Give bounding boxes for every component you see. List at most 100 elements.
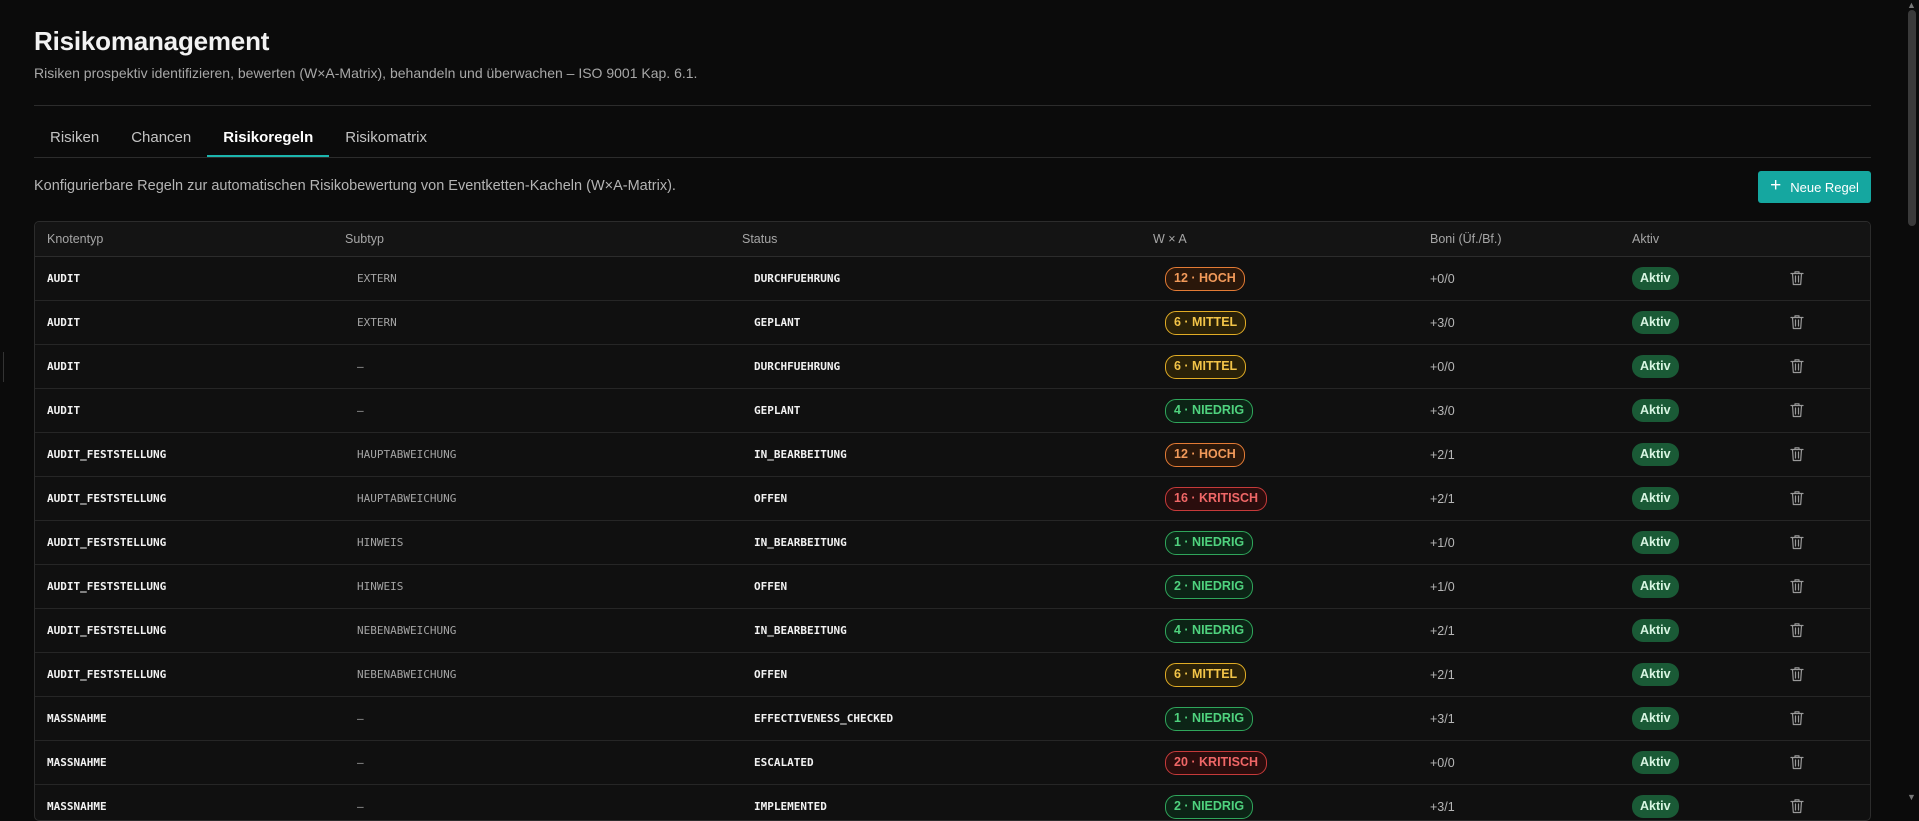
tab-risikoregeln[interactable]: Risikoregeln	[207, 120, 330, 157]
delete-button[interactable]	[1790, 314, 1804, 335]
cell-knotentyp: AUDIT	[47, 316, 81, 329]
scroll-down-icon[interactable]: ▼	[1907, 792, 1916, 802]
delete-button[interactable]	[1790, 710, 1804, 731]
divider	[34, 105, 1871, 106]
cell-score: 20 · KRITISCH	[1165, 750, 1268, 775]
status-badge[interactable]: Aktiv	[1632, 751, 1679, 774]
scroll-up-icon[interactable]: ▲	[1907, 0, 1916, 10]
delete-button[interactable]	[1790, 490, 1804, 511]
risk-score-badge: 12 · HOCH	[1165, 442, 1245, 467]
table-body: AUDIT EXTERN DURCHFUEHRUNG 12 · HOCH +0/…	[35, 257, 1870, 820]
status-badge[interactable]: Aktiv	[1632, 575, 1679, 598]
page-title: Risikomanagement	[34, 26, 270, 56]
status-badge[interactable]: Aktiv	[1632, 663, 1679, 686]
cell-score: 6 · MITTEL	[1165, 662, 1247, 687]
delete-button[interactable]	[1790, 754, 1804, 775]
cell-aktiv: Aktiv	[1632, 795, 1679, 818]
delete-button[interactable]	[1790, 622, 1804, 643]
scroll-thumb[interactable]	[1908, 10, 1916, 226]
table-row[interactable]: AUDIT_FESTSTELLUNG HAUPTABWEICHUNG IN_BE…	[35, 433, 1870, 477]
delete-button[interactable]	[1790, 402, 1804, 423]
cell-boni: +1/0	[1430, 579, 1455, 594]
trash-icon	[1790, 667, 1804, 682]
cell-knotentyp: AUDIT_FESTSTELLUNG	[47, 492, 167, 505]
trash-icon	[1790, 447, 1804, 462]
delete-button[interactable]	[1790, 666, 1804, 687]
delete-button[interactable]	[1790, 798, 1804, 819]
status-badge[interactable]: Aktiv	[1632, 267, 1679, 290]
status-badge[interactable]: Aktiv	[1632, 707, 1679, 730]
cell-score: 6 · MITTEL	[1165, 354, 1247, 379]
table-row[interactable]: MASSNAHME — EFFECTIVENESS_CHECKED 1 · NI…	[35, 697, 1870, 741]
cell-boni: +3/0	[1430, 403, 1455, 418]
side-handle[interactable]	[0, 352, 4, 382]
header-boni[interactable]: Boni (Üf./Bf.)	[1430, 232, 1502, 246]
status-badge[interactable]: Aktiv	[1632, 795, 1679, 818]
table-row[interactable]: AUDIT — GEPLANT 4 · NIEDRIG +3/0 Aktiv	[35, 389, 1870, 433]
page-subtitle: Risiken prospektiv identifizieren, bewer…	[34, 65, 698, 81]
risk-score-badge: 4 · NIEDRIG	[1165, 398, 1254, 423]
cell-score: 6 · MITTEL	[1165, 310, 1247, 335]
risk-score-badge: 6 · MITTEL	[1165, 662, 1247, 687]
tab-risikomatrix[interactable]: Risikomatrix	[329, 120, 443, 157]
cell-aktiv: Aktiv	[1632, 355, 1679, 378]
cell-status: OFFEN	[754, 492, 788, 505]
delete-button[interactable]	[1790, 358, 1804, 379]
trash-icon	[1790, 359, 1804, 374]
status-badge[interactable]: Aktiv	[1632, 487, 1679, 510]
header-subtyp[interactable]: Subtyp	[345, 232, 384, 246]
cell-status: IN_BEARBEITUNG	[754, 536, 847, 549]
table-row[interactable]: AUDIT_FESTSTELLUNG HINWEIS IN_BEARBEITUN…	[35, 521, 1870, 565]
header-status[interactable]: Status	[742, 232, 777, 246]
risk-score-badge: 6 · MITTEL	[1165, 310, 1247, 335]
new-rule-button[interactable]: + Neue Regel	[1758, 171, 1871, 203]
status-badge[interactable]: Aktiv	[1632, 355, 1679, 378]
cell-score: 2 · NIEDRIG	[1165, 574, 1254, 599]
cell-boni: +2/1	[1430, 667, 1455, 682]
header-knotentyp[interactable]: Knotentyp	[47, 232, 103, 246]
table-row[interactable]: MASSNAHME — ESCALATED 20 · KRITISCH +0/0…	[35, 741, 1870, 785]
cell-subtyp: EXTERN	[357, 316, 397, 329]
cell-status: GEPLANT	[754, 316, 801, 329]
table-row[interactable]: AUDIT — DURCHFUEHRUNG 6 · MITTEL +0/0 Ak…	[35, 345, 1870, 389]
table-row[interactable]: AUDIT_FESTSTELLUNG NEBENABWEICHUNG IN_BE…	[35, 609, 1870, 653]
tab-chancen[interactable]: Chancen	[115, 120, 207, 157]
delete-button[interactable]	[1790, 446, 1804, 467]
cell-aktiv: Aktiv	[1632, 487, 1679, 510]
status-badge[interactable]: Aktiv	[1632, 619, 1679, 642]
delete-button[interactable]	[1790, 578, 1804, 599]
cell-boni: +0/0	[1430, 359, 1455, 374]
table-row[interactable]: AUDIT_FESTSTELLUNG NEBENABWEICHUNG OFFEN…	[35, 653, 1870, 697]
table-row[interactable]: AUDIT_FESTSTELLUNG HAUPTABWEICHUNG OFFEN…	[35, 477, 1870, 521]
cell-boni: +0/0	[1430, 271, 1455, 286]
trash-icon	[1790, 271, 1804, 286]
delete-button[interactable]	[1790, 270, 1804, 291]
cell-status: OFFEN	[754, 580, 788, 593]
status-badge[interactable]: Aktiv	[1632, 443, 1679, 466]
new-rule-label: Neue Regel	[1790, 179, 1859, 195]
cell-score: 4 · NIEDRIG	[1165, 398, 1254, 423]
cell-knotentyp: AUDIT_FESTSTELLUNG	[47, 536, 167, 549]
table-row[interactable]: MASSNAHME — IMPLEMENTED 2 · NIEDRIG +3/1…	[35, 785, 1870, 820]
header-aktiv[interactable]: Aktiv	[1632, 232, 1659, 246]
delete-button[interactable]	[1790, 534, 1804, 555]
trash-icon	[1790, 623, 1804, 638]
status-badge[interactable]: Aktiv	[1632, 399, 1679, 422]
trash-icon	[1790, 711, 1804, 726]
table-row[interactable]: AUDIT_FESTSTELLUNG HINWEIS OFFEN 2 · NIE…	[35, 565, 1870, 609]
risk-score-badge: 1 · NIEDRIG	[1165, 706, 1254, 731]
header-wxa[interactable]: W × A	[1153, 232, 1187, 246]
status-badge[interactable]: Aktiv	[1632, 531, 1679, 554]
cell-score: 2 · NIEDRIG	[1165, 794, 1254, 819]
tab-bar: Risiken Chancen Risikoregeln Risikomatri…	[34, 120, 443, 157]
status-badge[interactable]: Aktiv	[1632, 311, 1679, 334]
cell-aktiv: Aktiv	[1632, 443, 1679, 466]
cell-aktiv: Aktiv	[1632, 399, 1679, 422]
tab-risiken[interactable]: Risiken	[34, 120, 115, 157]
table-row[interactable]: AUDIT EXTERN GEPLANT 6 · MITTEL +3/0 Akt…	[35, 301, 1870, 345]
cell-score: 4 · NIEDRIG	[1165, 618, 1254, 643]
cell-subtyp: HINWEIS	[357, 536, 404, 549]
cell-knotentyp: MASSNAHME	[47, 712, 107, 725]
table-row[interactable]: AUDIT EXTERN DURCHFUEHRUNG 12 · HOCH +0/…	[35, 257, 1870, 301]
scrollbar[interactable]: ▲ ▼	[1905, 0, 1919, 802]
